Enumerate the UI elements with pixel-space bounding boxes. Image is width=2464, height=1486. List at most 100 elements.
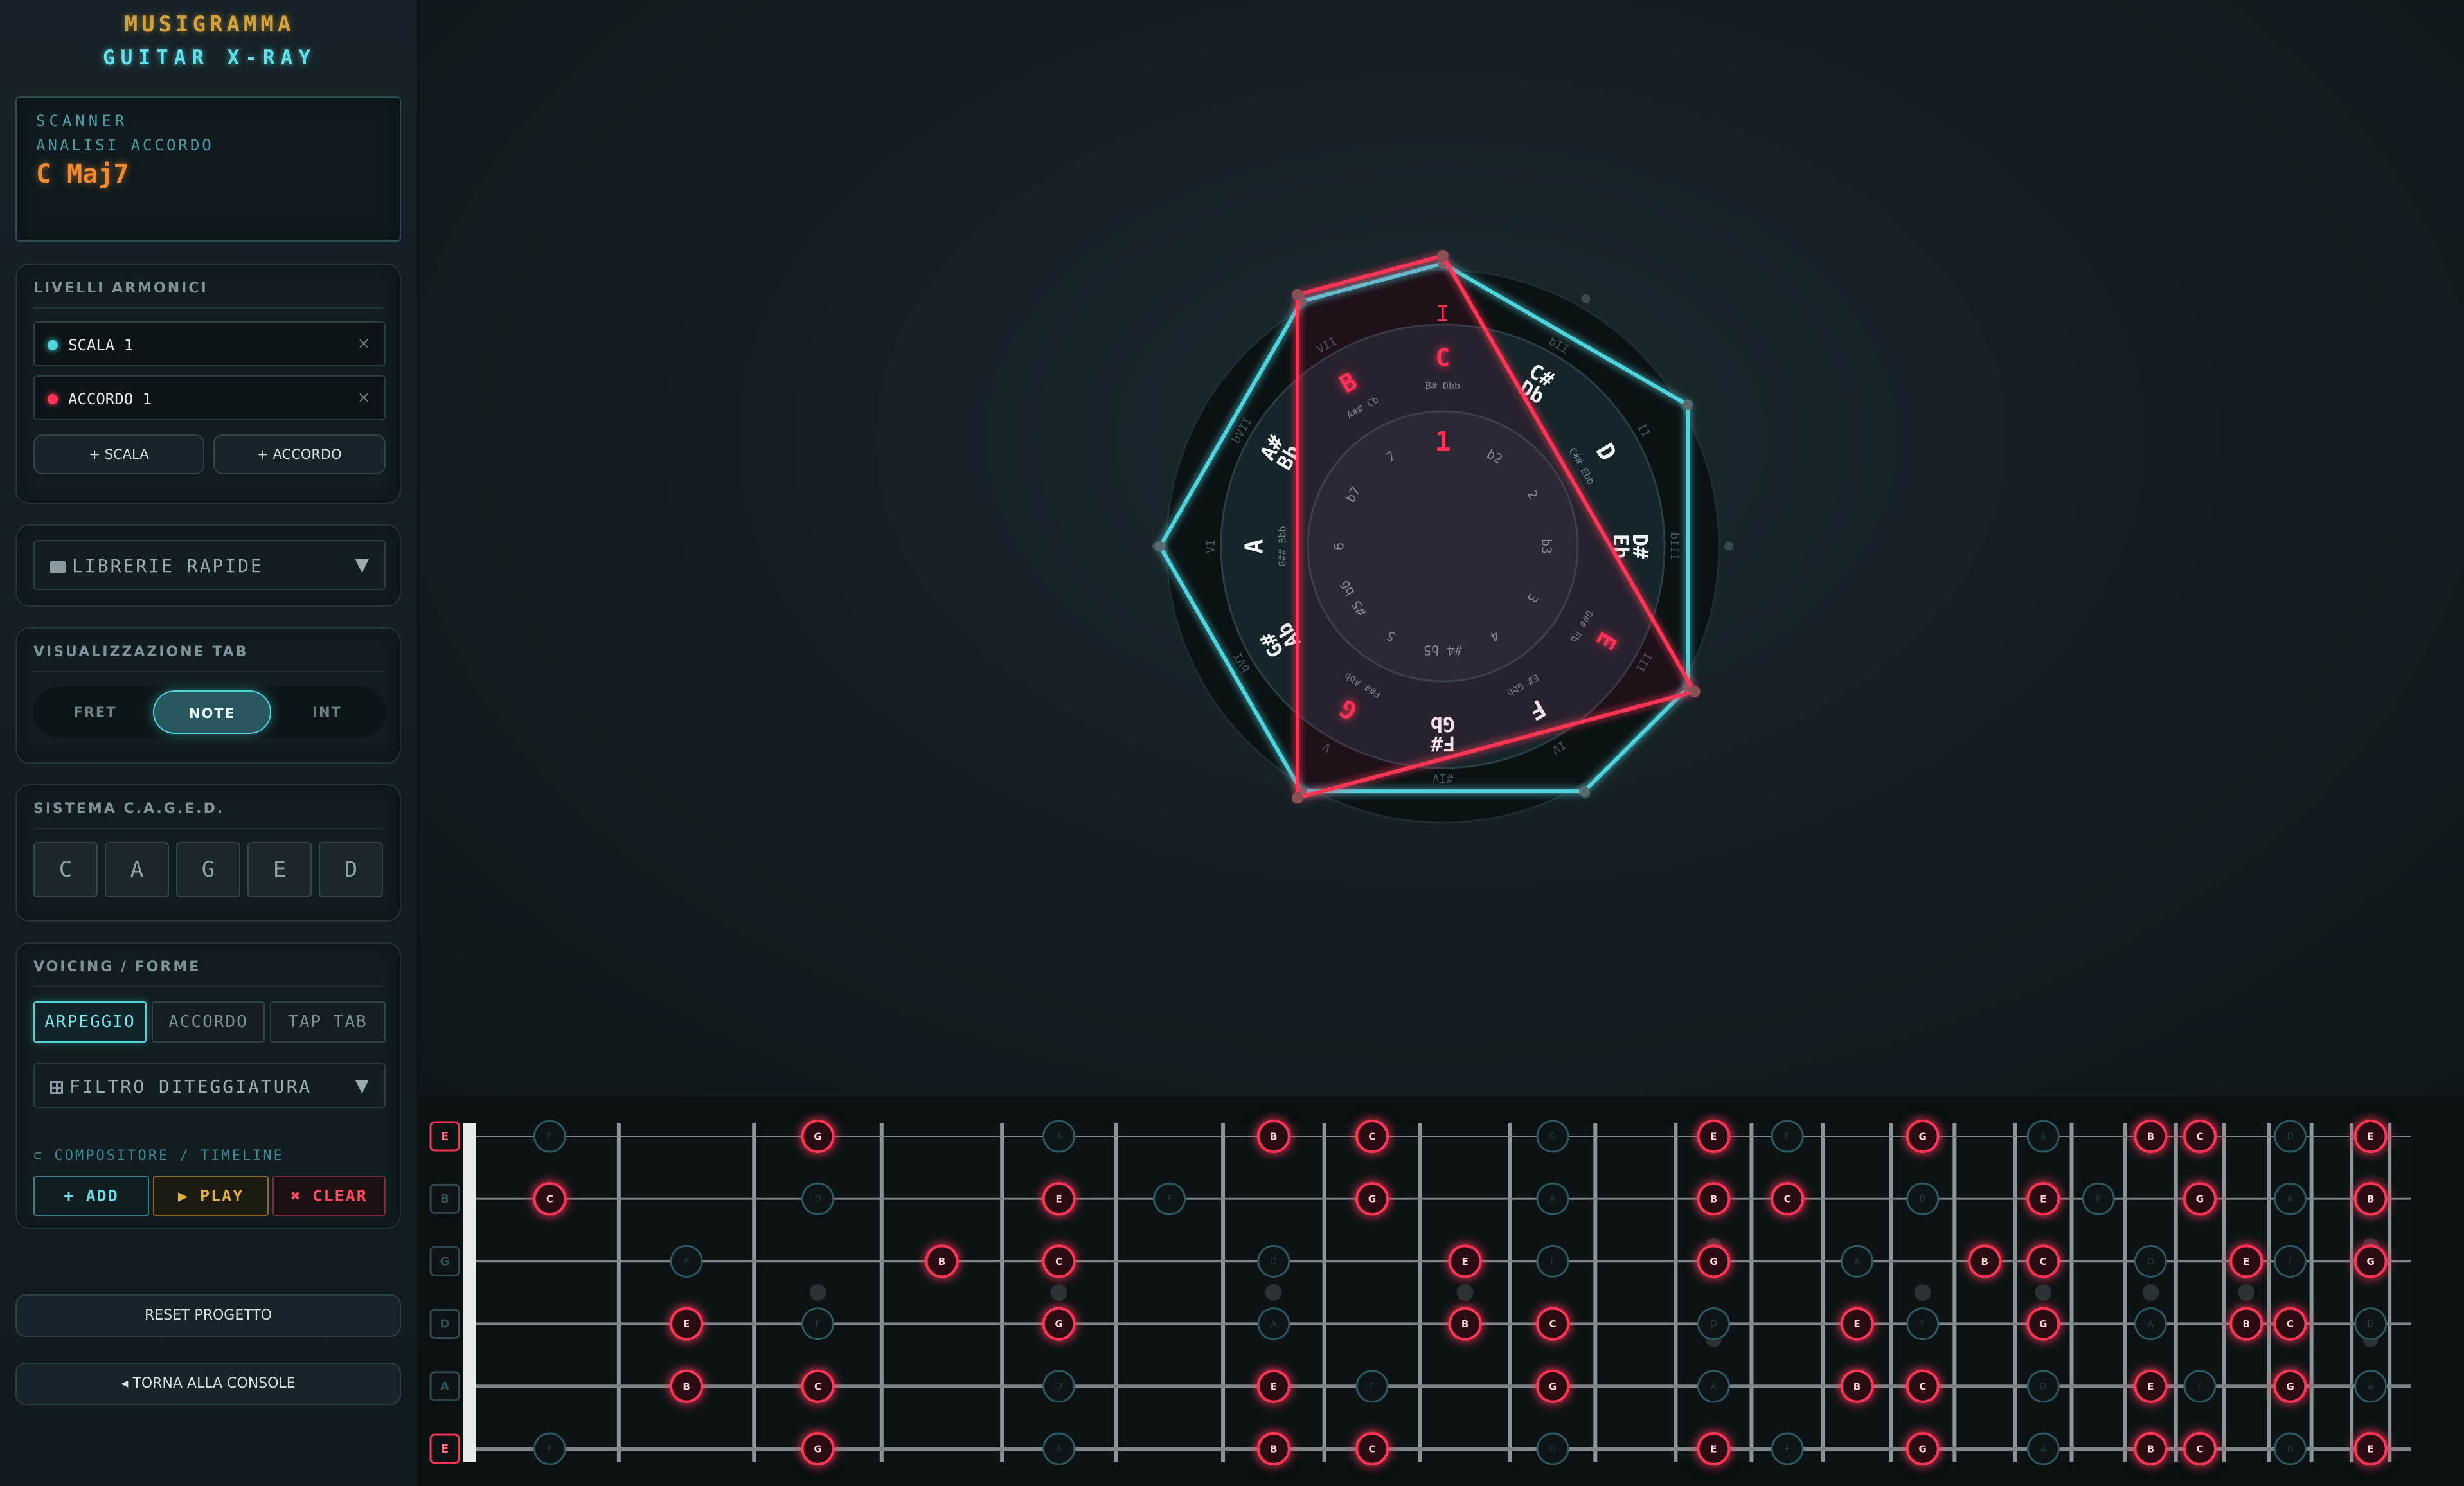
roman-numeral: bIII	[1668, 532, 1681, 560]
folder-icon	[50, 561, 66, 573]
note-label: C	[1919, 1381, 1926, 1392]
tab-view-note[interactable]: NOTE	[153, 690, 271, 734]
note-label: A	[2040, 1132, 2046, 1142]
note-label: F	[1550, 1257, 1555, 1267]
scale-vertex	[1155, 541, 1165, 551]
voicing-panel: VOICING / FORME ARPEGGIO ACCORDO TAP TAB…	[15, 942, 401, 1229]
fretboard-panel: E F G A B C D E F G A B C D E B C D E F G A B C D E F G A B G A B C D E F G A B…	[419, 1097, 2464, 1486]
reset-project-button[interactable]: RESET PROGETTO	[15, 1294, 401, 1337]
app-subtitle: GUITAR X-RAY	[103, 46, 316, 69]
note-label: D	[2368, 1320, 2374, 1329]
string-name: E	[441, 1130, 449, 1143]
clear-label: CLEAR	[312, 1186, 368, 1205]
chevron-down-icon: ▼	[355, 1075, 369, 1096]
note-label: A	[2148, 1320, 2154, 1329]
note-label: B	[2243, 1318, 2250, 1330]
composer-text: COMPOSITORE / TIMELINE	[54, 1148, 284, 1164]
fret-wire	[879, 1123, 884, 1462]
add-scale-button[interactable]: + SCALA	[33, 434, 204, 474]
tab-view-int[interactable]: INT	[274, 690, 380, 734]
library-text: LIBRERIE RAPIDE	[72, 555, 263, 577]
fret-wire	[2174, 1123, 2178, 1462]
caged-shape-g[interactable]: G	[176, 842, 240, 897]
scanner-label: SCANNER	[36, 112, 129, 130]
caged-shape-e[interactable]: E	[247, 842, 312, 897]
string-name: G	[440, 1255, 450, 1268]
fret-wire	[616, 1123, 621, 1462]
inlay-dot	[2238, 1284, 2255, 1301]
note-label: E	[683, 1318, 690, 1330]
layer-label: SCALA 1	[68, 336, 134, 354]
fingering-filter-dropdown[interactable]: FILTRO DITEGGIATURA ▼	[33, 1063, 386, 1108]
remove-layer-icon[interactable]: ×	[357, 334, 370, 352]
play-button[interactable]: ▶ PLAY	[153, 1176, 269, 1216]
inlay-dot	[2142, 1284, 2159, 1301]
fretboard[interactable]: E F G A B C D E F G A B C D E B C D E F G A B C D E F G A B G A B C D E F G A B…	[419, 1097, 2464, 1486]
note-label: G	[1055, 1318, 1062, 1330]
note-label: F	[1785, 1132, 1789, 1142]
note-label: A	[1056, 1132, 1062, 1142]
inlay-dot	[1265, 1284, 1282, 1301]
note-name: A	[1240, 539, 1269, 553]
note-label: B	[1270, 1131, 1277, 1143]
string-name: B	[440, 1192, 449, 1206]
voicing-arpeggio[interactable]: ARPEGGIO	[33, 1001, 147, 1043]
note-label: D	[1920, 1195, 1926, 1204]
add-chord-button[interactable]: + ACCORDO	[213, 434, 386, 474]
fret-wire	[1221, 1123, 1226, 1462]
interval-wheel[interactable]: IbIIIIbIIIIIIIV#IVVbVIVIbVIIVIICB# DbbC#…	[419, 0, 2464, 1097]
tab-view-toggle: FRET NOTE INT	[33, 686, 386, 738]
note-label: A	[1854, 1257, 1860, 1267]
note-alias: G## Bbb	[1277, 526, 1289, 566]
clear-button[interactable]: ✖ CLEAR	[272, 1176, 386, 1216]
caged-shape-d[interactable]: D	[319, 842, 383, 897]
layer-label: ACCORDO 1	[68, 390, 152, 408]
note-label: A	[684, 1257, 690, 1267]
remove-layer-icon[interactable]: ×	[357, 388, 370, 406]
caged-shape-a[interactable]: A	[105, 842, 169, 897]
fret-wire	[752, 1123, 756, 1462]
note-label: A	[1711, 1382, 1717, 1392]
quick-library-dropdown[interactable]: LIBRERIE RAPIDE ▼	[33, 540, 386, 590]
detected-chord: C Maj7	[36, 159, 129, 189]
note-label: C	[814, 1381, 821, 1392]
note-label: D	[815, 1195, 821, 1204]
fret-wire	[2350, 1123, 2354, 1462]
note-label: B	[2147, 1131, 2154, 1143]
tab-view-title: VISUALIZZAZIONE TAB	[33, 644, 249, 660]
note-label: D	[1549, 1445, 1556, 1455]
note-label: G	[1368, 1194, 1376, 1205]
string-name: A	[440, 1380, 449, 1393]
note-label: E	[1461, 1256, 1468, 1267]
divider	[33, 828, 383, 829]
scale-vertex	[1683, 400, 1693, 410]
note-label: B	[1270, 1444, 1277, 1455]
fret-wire	[2123, 1123, 2127, 1462]
back-to-console-button[interactable]: ◂ TORNA ALLA CONSOLE	[15, 1363, 401, 1405]
divider	[33, 986, 383, 987]
fret-wire	[1674, 1123, 1678, 1462]
harmonic-layers-title: LIVELLI ARMONICI	[33, 280, 208, 296]
fret-wire	[2267, 1123, 2271, 1462]
tab-view-fret[interactable]: FRET	[40, 690, 150, 734]
voicing-tap-tab[interactable]: TAP TAB	[270, 1001, 386, 1043]
divider	[33, 307, 383, 309]
layer-color-dot	[48, 340, 58, 350]
tab-view-panel: VISUALIZZAZIONE TAB FRET NOTE INT	[15, 627, 401, 764]
chord-vertex	[1688, 686, 1701, 697]
add-button[interactable]: + ADD	[33, 1176, 149, 1216]
voicing-chord[interactable]: ACCORDO	[152, 1001, 265, 1043]
note-label: D	[2147, 1257, 2154, 1267]
note-label: F	[1785, 1445, 1789, 1455]
caged-shape-c[interactable]: C	[33, 842, 98, 897]
note-label: F	[548, 1132, 552, 1142]
scanner-panel: SCANNER ANALISI ACCORDO C Maj7	[15, 96, 401, 242]
note-label: F	[2197, 1382, 2202, 1392]
inlay-dot	[1456, 1284, 1474, 1301]
note-label: D	[1271, 1257, 1277, 1267]
note-label: G	[814, 1131, 821, 1143]
layer-scale-1[interactable]: SCALA 1 ×	[33, 321, 386, 366]
layer-chord-1[interactable]: ACCORDO 1 ×	[33, 375, 386, 420]
fret-wire	[2309, 1123, 2314, 1462]
divider	[33, 671, 383, 672]
